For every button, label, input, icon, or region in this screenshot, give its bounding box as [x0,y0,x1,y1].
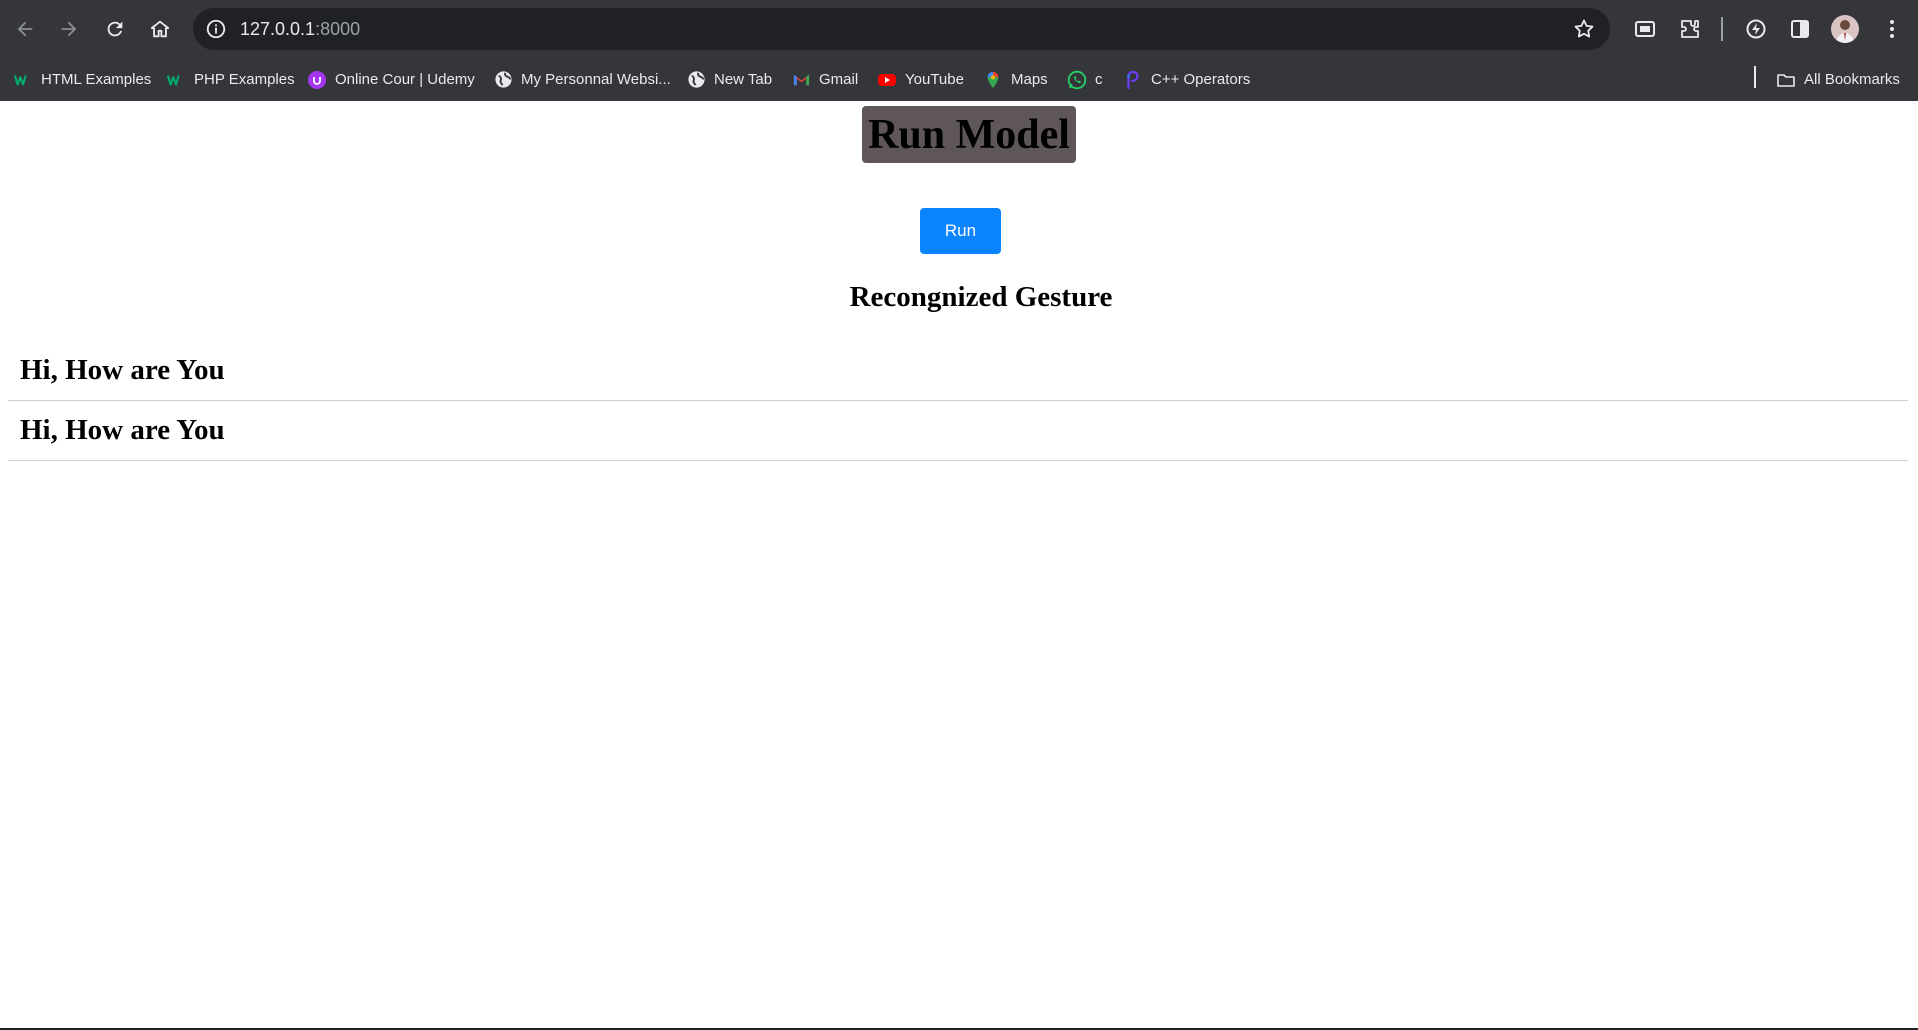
bookmark-label: PHP Examples [194,71,295,88]
programiz-icon [1123,70,1143,90]
folder-icon [1776,70,1796,90]
bookmark-label: My Personnal Websi... [521,71,671,88]
forward-button[interactable] [52,12,86,46]
bookmark-label: C++ Operators [1151,71,1251,88]
bookmark-udemy[interactable]: Online Cour | Udemy [307,58,475,101]
bookmark-cpp-operators[interactable]: C++ Operators [1123,58,1250,101]
all-bookmarks-button[interactable]: All Bookmarks [1776,58,1900,101]
browser-chrome: 127.0.0.1:8000 HTML Examples PHP Example… [0,0,1918,101]
gesture-heading: Recongnized Gesture [0,281,1918,314]
side-panel-icon[interactable] [1786,15,1814,43]
gesture-heading-text: Recongnized Gesture [849,281,1113,313]
run-button[interactable]: Run [920,208,1001,254]
bookmarks-separator [1754,66,1756,88]
bookmark-label: Maps [1011,71,1048,88]
bookmark-new-tab[interactable]: New Tab [686,58,772,101]
url-port: :8000 [315,19,361,39]
globe-icon [686,70,706,90]
home-button[interactable] [143,12,177,46]
browser-toolbar: 127.0.0.1:8000 [0,0,1918,58]
bookmark-gmail[interactable]: Gmail [791,58,858,101]
bookmark-label: c [1095,71,1103,88]
extensions-icon[interactable] [1676,15,1704,43]
udemy-icon [307,70,327,90]
maps-icon [983,70,1003,90]
bookmark-label: Gmail [819,71,859,88]
bookmark-star-icon[interactable] [1572,17,1596,41]
profile-avatar[interactable] [1831,15,1859,43]
globe-icon [493,70,513,90]
gesture-result-list: Hi, How are You Hi, How are You [8,341,1908,461]
w3schools-icon [166,70,186,90]
youtube-icon [877,70,897,90]
bookmark-label: New Tab [714,71,773,88]
page-title: Run Model [868,111,1070,158]
arrow-left-icon [17,21,33,37]
address-bar[interactable]: 127.0.0.1:8000 [193,8,1610,50]
gesture-result-item: Hi, How are You [8,401,1908,461]
menu-kebab-icon[interactable] [1878,15,1906,43]
reload-button[interactable] [98,12,132,46]
toolbar-divider [1721,17,1723,41]
bookmark-youtube[interactable]: YouTube [877,58,964,101]
site-info-icon[interactable] [203,16,229,42]
bookmark-label: HTML Examples [41,71,152,88]
back-button[interactable] [8,12,42,46]
bookmark-label: YouTube [905,71,964,88]
reload-icon [107,21,123,37]
gesture-result-item: Hi, How are You [8,341,1908,401]
bookmark-php-examples[interactable]: PHP Examples [166,58,295,101]
page-content: Run Model Run Recongnized Gesture Hi, Ho… [0,101,1918,1028]
bookmark-personal-website[interactable]: My Personnal Websi... [493,58,671,101]
bookmark-label: Online Cour | Udemy [335,71,475,88]
whatsapp-icon [1067,70,1087,90]
bookmark-html-examples[interactable]: HTML Examples [13,58,151,101]
arrow-right-icon [61,21,77,37]
bookmarks-bar: HTML Examples PHP Examples Online Cour |… [0,58,1918,101]
url-text[interactable]: 127.0.0.1:8000 [240,19,360,40]
url-host: 127.0.0.1 [240,19,316,39]
bookmark-maps[interactable]: Maps [983,58,1048,101]
home-icon [150,20,170,38]
gmail-icon [791,70,811,90]
all-bookmarks-label: All Bookmarks [1804,71,1900,88]
bookmark-c[interactable]: c [1067,58,1103,101]
page-title-box: Run Model [862,106,1076,163]
cast-icon[interactable] [1631,15,1659,43]
w3schools-icon [13,70,33,90]
performance-icon[interactable] [1742,15,1770,43]
